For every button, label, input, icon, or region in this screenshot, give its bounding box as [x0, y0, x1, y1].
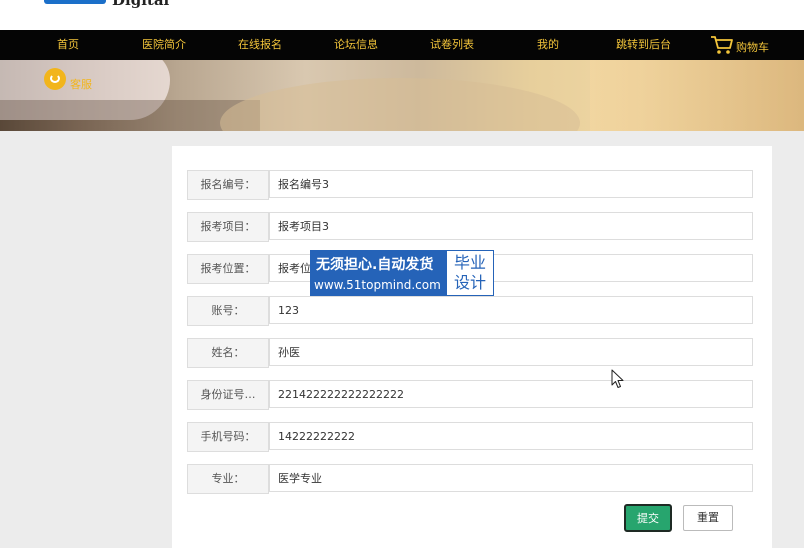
name-input[interactable]: 孙医 [269, 338, 753, 366]
major-input[interactable]: 医学专业 [269, 464, 753, 492]
customer-service-label: 客服 [70, 78, 92, 91]
mouse-cursor-icon [611, 369, 624, 388]
field-label: 账号： [187, 296, 269, 326]
nav-home[interactable]: 首页 [57, 30, 79, 60]
watermark-banner: 无须担心.自动发货 www.51topmind.com 毕业 设计 [310, 250, 494, 296]
nav-cart[interactable]: 购物车 [736, 33, 769, 63]
form-row-exam-project: 报考项目： 报考项目3 [187, 212, 756, 242]
field-label: 报考项目： [187, 212, 269, 242]
main-nav: 首页 医院简介 在线报名 论坛信息 试卷列表 我的 跳转到后台 购物车 [0, 30, 804, 60]
watermark-tag: 毕业 设计 [446, 250, 494, 296]
top-header: Digital [0, 0, 804, 30]
banner-image-wall [590, 60, 804, 131]
nav-admin-link[interactable]: 跳转到后台 [616, 30, 671, 60]
nav-hospital-intro[interactable]: 医院简介 [142, 30, 186, 60]
reset-button[interactable]: 重置 [683, 505, 733, 531]
nav-online-registration[interactable]: 在线报名 [238, 30, 282, 60]
form-row-id-number: 身份证号… 221422222222222222 [187, 380, 756, 410]
phone-input[interactable]: 14222222222 [269, 422, 753, 450]
submit-button[interactable]: 提交 [624, 504, 672, 532]
account-input[interactable]: 123 [269, 296, 753, 324]
watermark-tag1: 毕业 [453, 253, 486, 272]
form-row-name: 姓名： 孙医 [187, 338, 756, 368]
nav-exam-list[interactable]: 试卷列表 [430, 30, 474, 60]
form-row-major: 专业： 医学专业 [187, 464, 756, 494]
watermark-line2: www.51topmind.com [314, 278, 441, 292]
exam-project-input[interactable]: 报考项目3 [269, 212, 753, 240]
shopping-cart-icon[interactable] [710, 35, 734, 55]
id-number-input[interactable]: 221422222222222222 [269, 380, 753, 408]
watermark-line1: 无须担心.自动发货 [316, 257, 434, 273]
field-label: 报考位置： [187, 254, 269, 284]
field-label: 报名编号： [187, 170, 269, 200]
watermark-left: 无须担心.自动发货 www.51topmind.com [310, 250, 446, 296]
hero-banner: 客服 [0, 60, 804, 131]
form-row-phone: 手机号码： 14222222222 [187, 422, 756, 452]
banner-image-floor [220, 78, 580, 131]
field-label: 专业： [187, 464, 269, 494]
field-label: 身份证号… [187, 380, 269, 410]
field-label: 手机号码： [187, 422, 269, 452]
logo-text: Digital [112, 0, 170, 9]
chat-bubble-icon [44, 68, 66, 90]
registration-id-input[interactable]: 报名编号3 [269, 170, 753, 198]
logo-mark [44, 0, 106, 4]
nav-forum[interactable]: 论坛信息 [334, 30, 378, 60]
field-label: 姓名： [187, 338, 269, 368]
watermark-tag2: 设计 [453, 273, 486, 292]
form-row-account: 账号： 123 [187, 296, 756, 326]
registration-form: 报名编号： 报名编号3 报考项目： 报考项目3 报考位置： 报考位 账号： 12… [172, 146, 772, 548]
form-row-registration-id: 报名编号： 报名编号3 [187, 170, 756, 200]
nav-mine[interactable]: 我的 [537, 30, 559, 60]
